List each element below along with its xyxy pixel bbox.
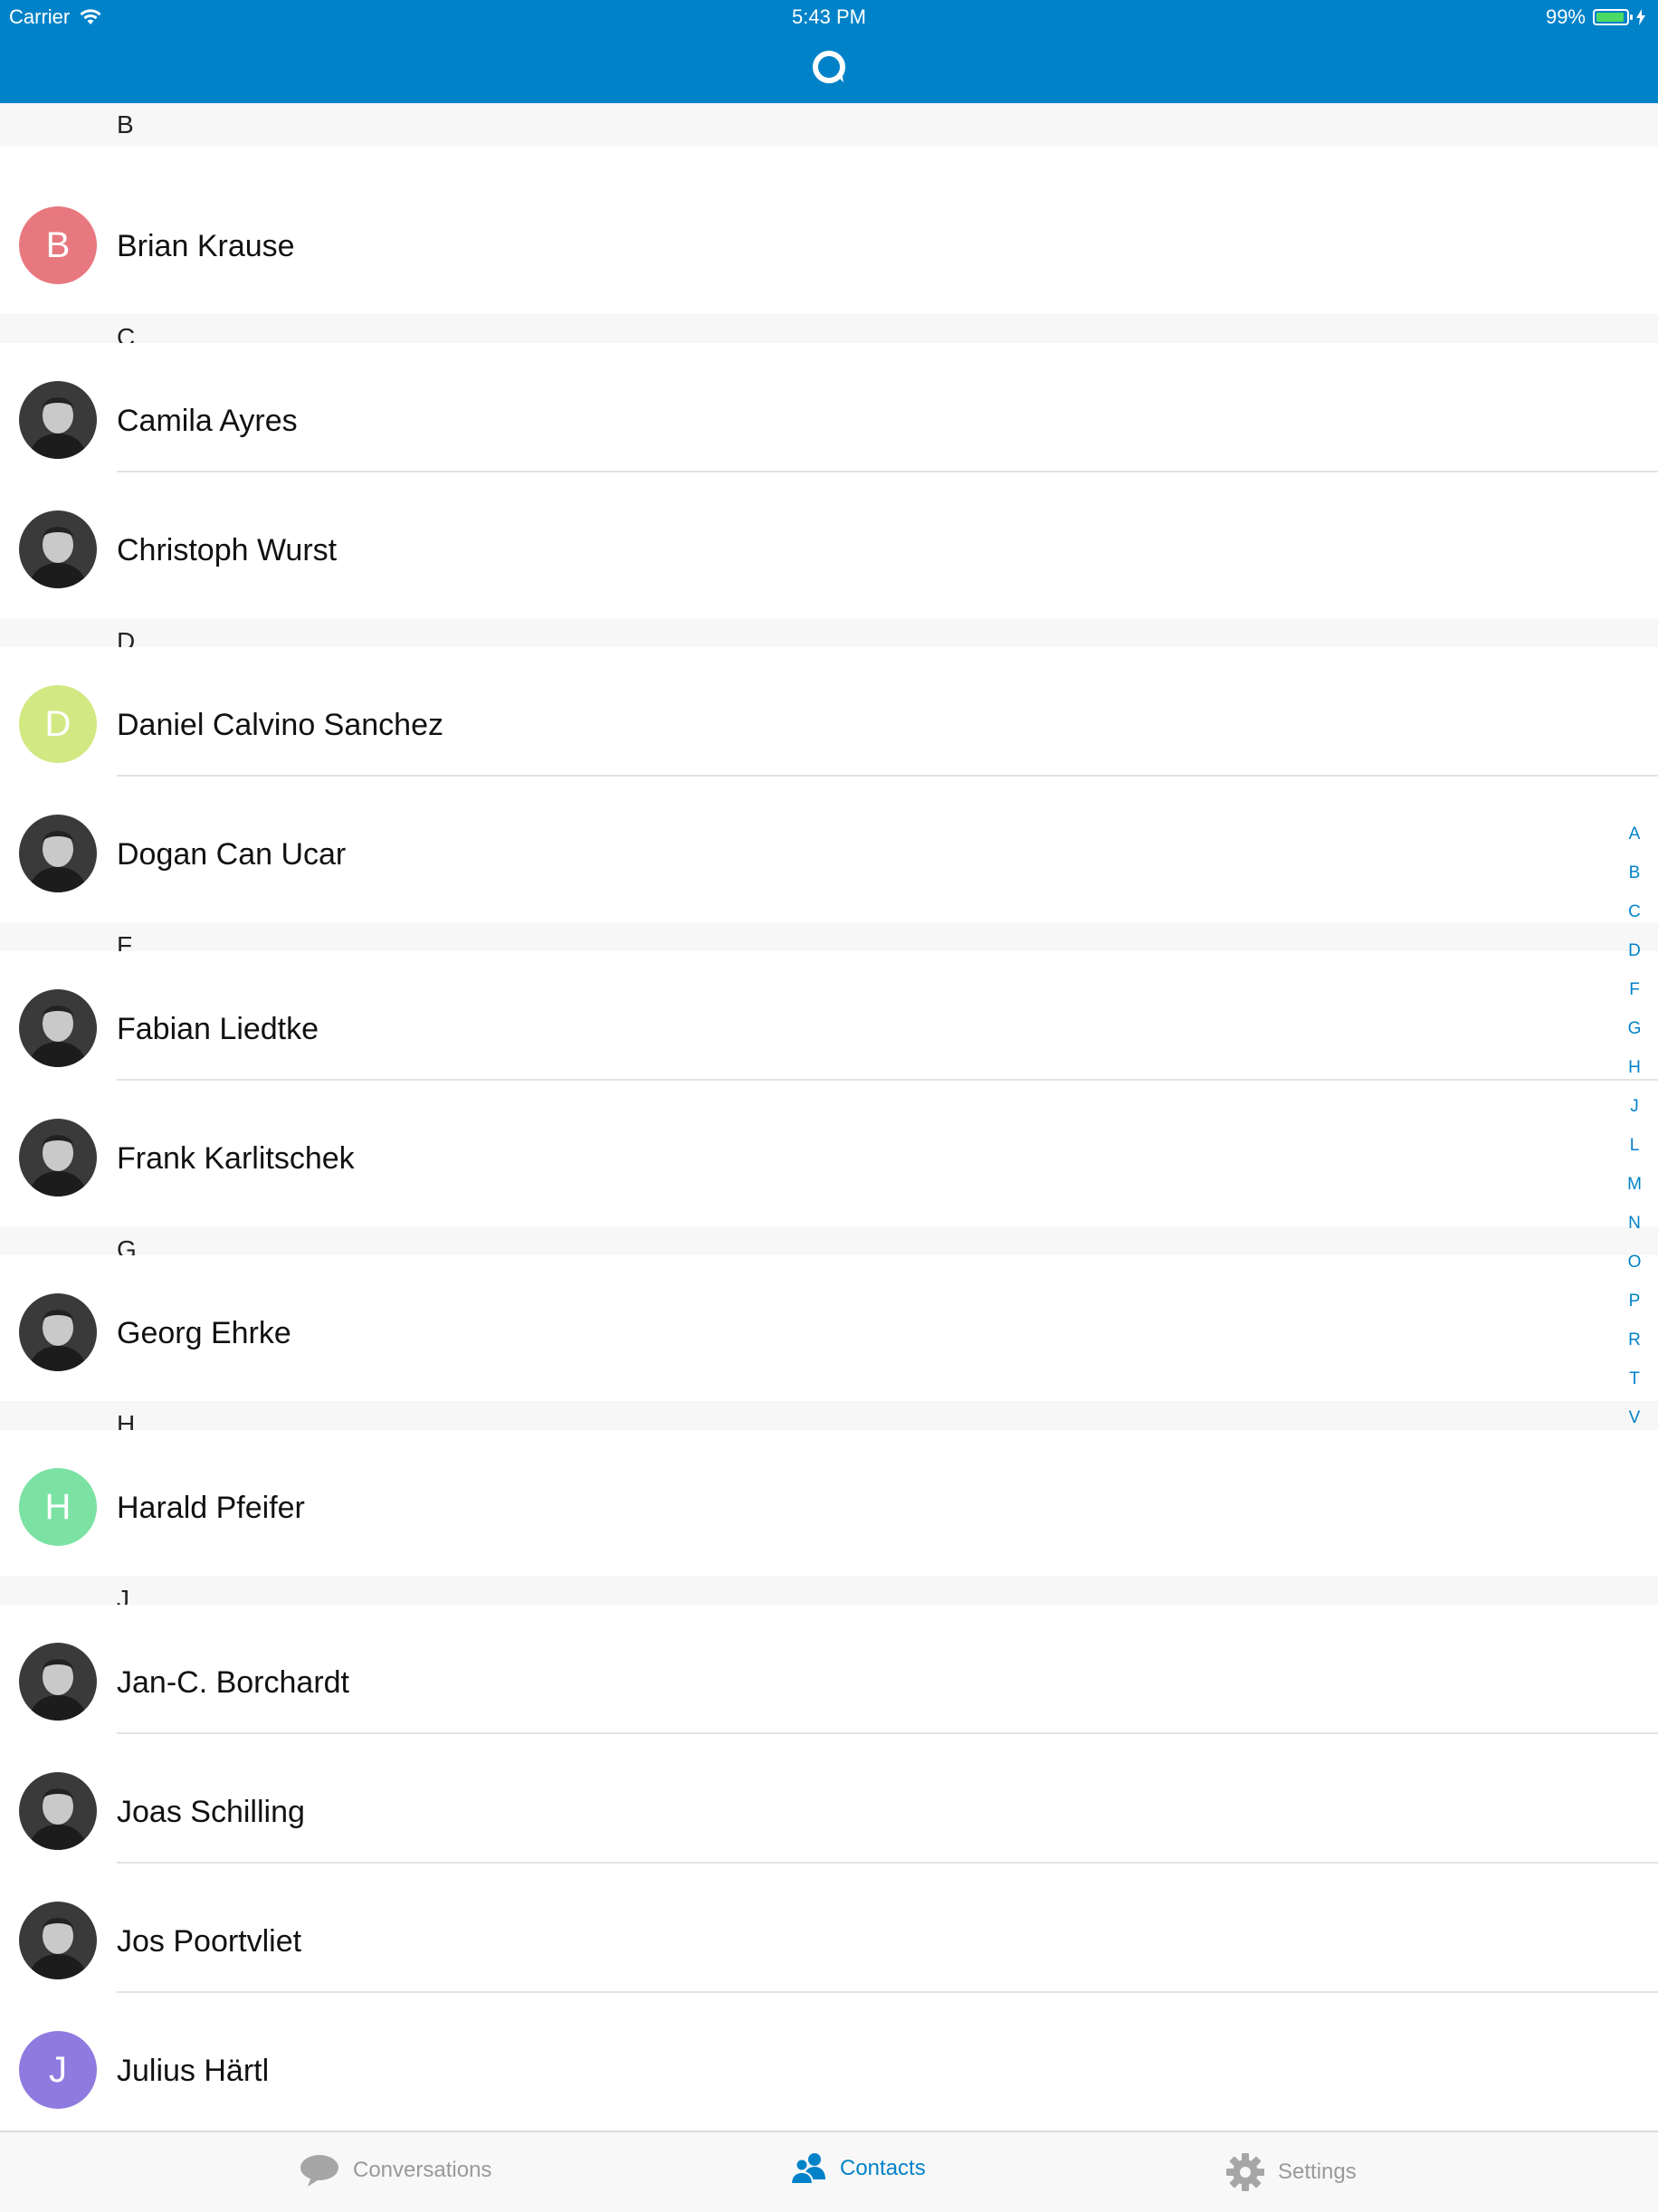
tab-conversations-label: Conversations xyxy=(353,2158,492,2182)
index-letter-b[interactable]: B xyxy=(1625,853,1644,892)
index-letter-h[interactable]: H xyxy=(1625,1048,1644,1087)
index-letter-g[interactable]: G xyxy=(1625,1009,1644,1048)
tab-contacts-label: Contacts xyxy=(840,2156,926,2180)
gear-icon xyxy=(1226,2153,1264,2191)
avatar: H xyxy=(19,1468,97,1546)
avatar xyxy=(19,510,97,588)
contact-row[interactable]: Fabian Liedtke xyxy=(0,951,1658,1081)
avatar xyxy=(19,989,97,1067)
avatar xyxy=(19,1643,97,1721)
section-letter: B xyxy=(117,110,134,138)
contact-row[interactable]: Christoph Wurst xyxy=(0,472,1658,602)
contact-row[interactable]: Jan-C. Borchardt xyxy=(0,1605,1658,1734)
avatar xyxy=(19,815,97,892)
index-letter-m[interactable]: M xyxy=(1625,1165,1644,1204)
contact-name: Frank Karlitschek xyxy=(117,1141,355,1176)
contact-name: Dogan Can Ucar xyxy=(117,837,347,872)
contact-name: Harald Pfeifer xyxy=(117,1491,305,1525)
battery-level xyxy=(1596,13,1624,22)
avatar: D xyxy=(19,685,97,763)
contact-row[interactable]: Joas Schilling xyxy=(0,1734,1658,1864)
status-battery-group: 99% xyxy=(1546,4,1645,31)
charging-bolt-icon xyxy=(1636,9,1645,25)
tab-conversations[interactable]: Conversations xyxy=(299,2152,491,2188)
speech-bubble-icon xyxy=(300,2155,338,2187)
contacts-screen: Carrier 5:43 PM 99% B B Brian Krause C Camil… xyxy=(0,0,1658,2212)
avatar xyxy=(19,1772,97,1850)
index-letter-c[interactable]: C xyxy=(1625,892,1644,931)
index-letter-a[interactable]: A xyxy=(1625,815,1644,853)
avatar xyxy=(19,1119,97,1197)
contact-row[interactable]: H Harald Pfeifer xyxy=(0,1430,1658,1559)
contact-name: Brian Krause xyxy=(117,229,295,263)
tab-contacts[interactable]: Contacts xyxy=(791,2152,926,2185)
contact-row[interactable]: Georg Ehrke xyxy=(0,1255,1658,1385)
section-index-bar[interactable]: ABCDFGHJLMNOPRTV xyxy=(1625,815,1644,1437)
index-letter-p[interactable]: P xyxy=(1625,1282,1644,1321)
battery-icon xyxy=(1593,9,1633,25)
contact-name: Camila Ayres xyxy=(117,404,298,438)
contact-name: Jan-C. Borchardt xyxy=(117,1665,349,1700)
contact-row[interactable]: B Brian Krause xyxy=(0,168,1658,298)
index-letter-l[interactable]: L xyxy=(1625,1126,1644,1165)
battery-percent: 99% xyxy=(1545,5,1586,28)
contact-row[interactable]: Jos Poortvliet xyxy=(0,1864,1658,1993)
index-letter-n[interactable]: N xyxy=(1625,1204,1644,1243)
avatar: B xyxy=(19,206,97,284)
contact-name: Daniel Calvino Sanchez xyxy=(117,708,443,742)
index-letter-d[interactable]: D xyxy=(1625,931,1644,970)
status-time: 5:43 PM xyxy=(792,5,866,28)
avatar xyxy=(19,381,97,459)
contact-row[interactable]: Dogan Can Ucar xyxy=(0,777,1658,906)
index-letter-t[interactable]: T xyxy=(1625,1359,1644,1398)
avatar xyxy=(19,1293,97,1371)
section-header: B xyxy=(0,103,1658,147)
index-letter-v[interactable]: V xyxy=(1625,1398,1644,1437)
avatar xyxy=(19,1902,97,1979)
contact-name: Fabian Liedtke xyxy=(117,1012,319,1046)
contact-list[interactable]: B B Brian Krause C Camila Ayres Christoph Wur… xyxy=(0,103,1658,2131)
index-letter-o[interactable]: O xyxy=(1625,1243,1644,1282)
contact-row[interactable]: Frank Karlitschek xyxy=(0,1081,1658,1210)
contact-name: Christoph Wurst xyxy=(117,533,338,567)
avatar: J xyxy=(19,2031,97,2109)
contact-row[interactable]: D Daniel Calvino Sanchez xyxy=(0,647,1658,777)
contact-name: Georg Ehrke xyxy=(117,1316,291,1350)
contact-row[interactable]: Camila Ayres xyxy=(0,343,1658,472)
talk-logo-icon xyxy=(813,51,845,83)
index-letter-f[interactable]: F xyxy=(1625,970,1644,1009)
tab-settings-label: Settings xyxy=(1278,2160,1357,2184)
contact-name: Jos Poortvliet xyxy=(117,1924,302,1959)
navigation-bar: Carrier 5:43 PM 99% xyxy=(0,0,1658,103)
contact-name: Joas Schilling xyxy=(117,1795,305,1829)
contact-row[interactable]: J Julius Härtl xyxy=(0,1993,1658,2122)
tab-bar: Conversations Contacts Settings xyxy=(0,2131,1658,2212)
contact-name: Julius Härtl xyxy=(117,2054,270,2088)
contacts-icon xyxy=(791,2153,825,2185)
index-letter-j[interactable]: J xyxy=(1625,1087,1644,1126)
index-letter-r[interactable]: R xyxy=(1625,1321,1644,1359)
tab-settings[interactable]: Settings xyxy=(1225,2152,1357,2192)
